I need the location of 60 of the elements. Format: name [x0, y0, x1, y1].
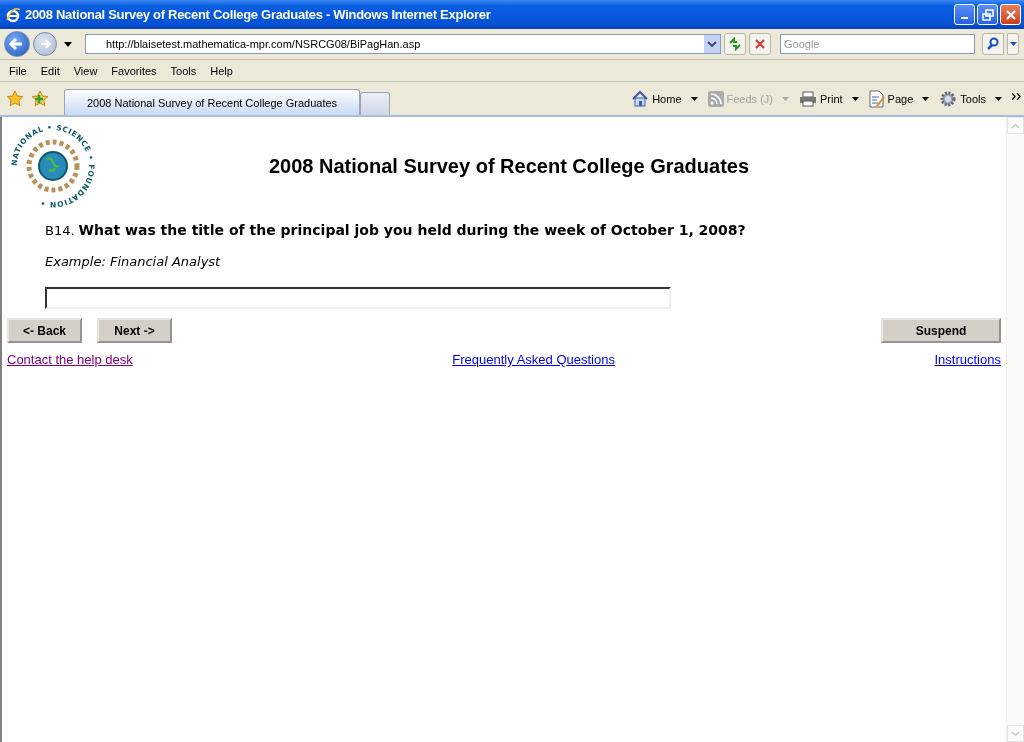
link[interactable]: Contact the help desk [7, 352, 133, 367]
menu-item[interactable]: Favorites [104, 64, 164, 77]
dropdown-button[interactable] [704, 35, 720, 53]
caret-icon [782, 96, 789, 101]
caret-icon [690, 96, 698, 101]
tools-button[interactable]: Tools [939, 89, 1002, 108]
chevron-down-icon [707, 41, 717, 47]
feed-icon [707, 90, 724, 107]
address-field[interactable]: http://blaisetest.mathematica-mpr.com/NSRCG08/BiPagHan.asp [85, 34, 721, 54]
form-button[interactable]: Suspend [881, 318, 1001, 343]
print-button[interactable]: Print [799, 90, 859, 107]
browser-tab[interactable]: 2008 National Survey of Recent College Graduates [64, 89, 360, 115]
star-icon[interactable] [6, 89, 24, 108]
forward-button[interactable] [33, 32, 57, 56]
refresh-icon [728, 37, 742, 51]
add-favorite-icon[interactable] [31, 89, 49, 108]
url-text: http://blaisetest.mathematica-mpr.com/NSRCG08/BiPagHan.asp [105, 38, 422, 50]
page-icon [868, 89, 885, 108]
menu-item[interactable]: File [2, 64, 34, 77]
window-title: 2008 National Survey of Recent College Graduates - Windows Internet Explorer [25, 7, 492, 22]
chevron-up-icon [1011, 122, 1020, 129]
stop-button[interactable] [749, 33, 771, 55]
search-field[interactable]: Google [780, 34, 975, 54]
caret-icon[interactable] [64, 41, 72, 47]
chevron-down-icon [1011, 730, 1020, 737]
menu-item[interactable]: Tools [163, 64, 204, 77]
caret-icon [922, 96, 930, 101]
cross-icon [754, 38, 766, 50]
caret-icon [995, 96, 1002, 101]
link[interactable]: Instructions [934, 352, 1001, 367]
menu-item[interactable]: Edit [33, 64, 67, 77]
search-options-button[interactable] [1007, 33, 1019, 55]
minimize-button[interactable] [954, 4, 975, 25]
home-button[interactable]: Home [631, 89, 698, 108]
caret-icon [1009, 42, 1017, 46]
minimize-icon [961, 17, 968, 19]
example-text: Example: Financial Analyst [45, 254, 222, 269]
close-icon [1004, 8, 1017, 21]
search-button[interactable] [982, 33, 1004, 55]
link[interactable]: Frequently Asked Questions [452, 352, 615, 367]
question-number: B14. [45, 223, 75, 238]
close-button[interactable] [1000, 4, 1021, 25]
gear-icon [939, 89, 958, 108]
back-button[interactable] [4, 31, 30, 57]
restore-button[interactable] [977, 4, 998, 25]
menu-item[interactable]: Help [203, 64, 240, 77]
house-icon [631, 89, 650, 108]
caret-icon [851, 96, 859, 101]
restore-icon [981, 8, 994, 21]
browser-logo-icon [5, 6, 21, 23]
search-icon [986, 37, 1000, 51]
page-heading: 2008 National Survey of Recent College Graduates [267, 154, 751, 178]
answer-field[interactable] [45, 287, 671, 309]
printer-icon [799, 90, 817, 107]
page-button[interactable]: Page [868, 89, 930, 108]
menu-item[interactable]: View [66, 64, 105, 77]
question-text: What was the title of the principal job you held during the week of October 1, 2008? [78, 222, 746, 238]
refresh-button[interactable] [724, 33, 746, 55]
form-button[interactable]: Next -> [97, 318, 172, 343]
form-button[interactable]: <- Back [7, 318, 82, 343]
